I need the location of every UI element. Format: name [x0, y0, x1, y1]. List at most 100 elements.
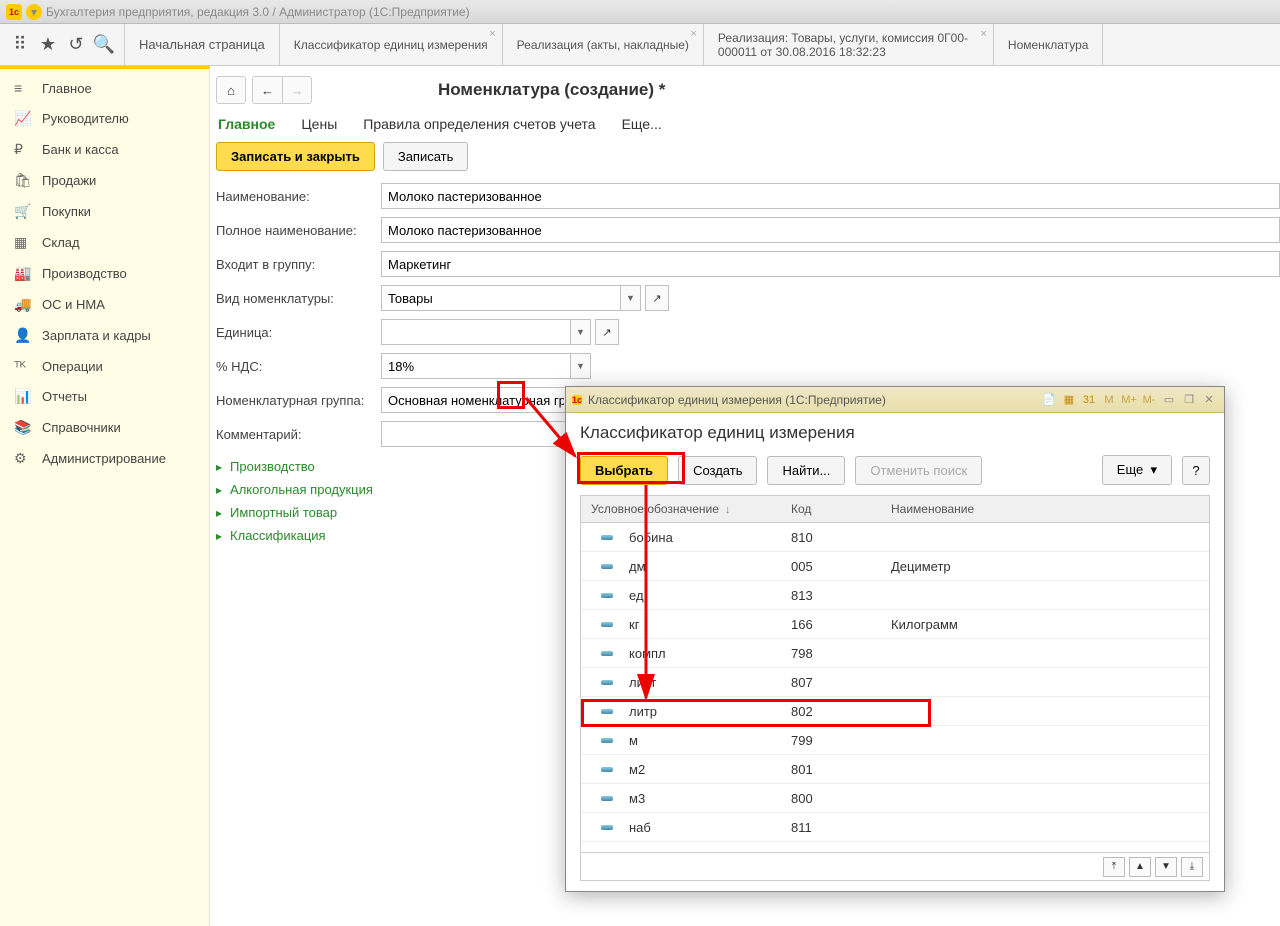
- close-icon[interactable]: ✕: [1200, 391, 1218, 409]
- table-row[interactable]: компл798: [581, 639, 1209, 668]
- close-icon[interactable]: ×: [489, 28, 495, 40]
- type-open-button[interactable]: ↗: [645, 285, 669, 311]
- sidebar-icon: 🏭: [14, 265, 32, 282]
- nomgroup-label: Номенклатурная группа:: [216, 393, 381, 408]
- close-icon[interactable]: ×: [690, 28, 696, 40]
- table-row[interactable]: НДС18816: [581, 842, 1209, 853]
- cell-code: 813: [791, 588, 891, 603]
- table-row[interactable]: ед813: [581, 581, 1209, 610]
- page-first-icon[interactable]: ⤒: [1103, 857, 1125, 877]
- save-button[interactable]: Записать: [383, 142, 469, 171]
- back-button[interactable]: ←: [252, 76, 282, 104]
- tab-start[interactable]: Начальная страница: [124, 24, 279, 65]
- table-row[interactable]: бобина810: [581, 523, 1209, 552]
- type-input[interactable]: [381, 285, 621, 311]
- sidebar-item[interactable]: 🚚ОС и НМА: [0, 289, 209, 320]
- subtab-rules[interactable]: Правила определения счетов учета: [363, 116, 595, 132]
- nomgroup-input[interactable]: [381, 387, 571, 413]
- name-input[interactable]: [381, 183, 1280, 209]
- apps-grid-icon[interactable]: ⠿: [6, 31, 34, 59]
- sidebar-item[interactable]: ₽Банк и касса: [0, 134, 209, 165]
- cell-short: м3: [629, 791, 645, 806]
- sidebar-icon: 🛍: [14, 172, 32, 189]
- row-marker-icon: [601, 680, 613, 685]
- mem-mplus[interactable]: M+: [1120, 391, 1138, 409]
- find-button[interactable]: Найти...: [767, 456, 845, 485]
- page-down-icon[interactable]: ▼: [1155, 857, 1177, 877]
- sidebar-item[interactable]: ≡Главное: [0, 73, 209, 103]
- star-icon[interactable]: ★: [34, 31, 62, 59]
- row-marker-icon: [601, 564, 613, 569]
- mem-m[interactable]: M: [1100, 391, 1118, 409]
- create-button[interactable]: Создать: [678, 456, 757, 485]
- col-code[interactable]: Код: [791, 502, 891, 516]
- tab-realization[interactable]: Реализация (акты, накладные)×: [502, 24, 703, 65]
- save-close-button[interactable]: Записать и закрыть: [216, 142, 375, 171]
- tab-classifier[interactable]: Классификатор единиц измерения×: [279, 24, 502, 65]
- sidebar-item[interactable]: 👤Зарплата и кадры: [0, 320, 209, 351]
- sidebar-item[interactable]: 🛒Покупки: [0, 196, 209, 227]
- cell-short: лист: [629, 675, 656, 690]
- unit-dropdown-icon[interactable]: ▼: [571, 319, 591, 345]
- col-short[interactable]: Условное обозначение: [581, 502, 791, 516]
- table-row[interactable]: м3800: [581, 784, 1209, 813]
- maximize-icon[interactable]: ❐: [1180, 391, 1198, 409]
- sidebar-item[interactable]: 📊Отчеты: [0, 381, 209, 412]
- table-row[interactable]: дм005Дециметр: [581, 552, 1209, 581]
- calendar2-icon[interactable]: 31: [1080, 391, 1098, 409]
- page-title: Номенклатура (создание) *: [438, 80, 665, 100]
- tab-nomenclature[interactable]: Номенклатура: [993, 24, 1104, 65]
- table-row[interactable]: литр802: [581, 697, 1209, 726]
- subtab-prices[interactable]: Цены: [301, 116, 337, 132]
- search-icon[interactable]: 🔍: [90, 31, 118, 59]
- table-row[interactable]: м2801: [581, 755, 1209, 784]
- tab-realization-doc[interactable]: Реализация: Товары, услуги, комиссия 0Г0…: [703, 24, 993, 65]
- sidebar-item[interactable]: 📚Справочники: [0, 412, 209, 443]
- forward-button[interactable]: →: [282, 76, 312, 104]
- table-row[interactable]: м799: [581, 726, 1209, 755]
- help-button[interactable]: ?: [1182, 456, 1210, 485]
- subtab-more[interactable]: Еще...: [622, 116, 662, 132]
- sidebar-item[interactable]: ᵀᴷОперации: [0, 351, 209, 381]
- type-dropdown-icon[interactable]: ▼: [621, 285, 641, 311]
- dropdown-yellow-icon[interactable]: ▾: [26, 4, 42, 20]
- sidebar-item[interactable]: ▦Склад: [0, 227, 209, 258]
- history-icon[interactable]: ↺: [62, 31, 90, 59]
- group-input[interactable]: [381, 251, 1280, 277]
- sidebar-item[interactable]: 🛍 Продажи: [0, 165, 209, 196]
- unit-open-button[interactable]: ↗: [595, 319, 619, 345]
- sidebar-icon: ▦: [14, 234, 32, 251]
- sidebar-label: Продажи: [42, 173, 96, 188]
- cell-name: Килограмм: [891, 617, 1209, 632]
- row-marker-icon: [601, 622, 613, 627]
- select-button[interactable]: Выбрать: [580, 456, 668, 485]
- minimize-icon[interactable]: ▭: [1160, 391, 1178, 409]
- close-icon[interactable]: ×: [980, 28, 986, 40]
- sidebar-icon: 📈: [14, 110, 32, 127]
- sidebar-item[interactable]: 🏭Производство: [0, 258, 209, 289]
- cancel-find-button[interactable]: Отменить поиск: [855, 456, 982, 485]
- table-row[interactable]: кг166Килограмм: [581, 610, 1209, 639]
- vat-input[interactable]: [381, 353, 571, 379]
- page-up-icon[interactable]: ▲: [1129, 857, 1151, 877]
- home-button[interactable]: ⌂: [216, 76, 246, 104]
- col-name[interactable]: Наименование: [891, 502, 1209, 516]
- calc-icon[interactable]: 📄: [1040, 391, 1058, 409]
- comment-input[interactable]: [381, 421, 571, 447]
- table-row[interactable]: наб811: [581, 813, 1209, 842]
- vat-dropdown-icon[interactable]: ▼: [571, 353, 591, 379]
- more-button[interactable]: Еще ▾: [1102, 455, 1172, 485]
- subtab-main[interactable]: Главное: [218, 116, 275, 132]
- sidebar-item[interactable]: 📈Руководителю: [0, 103, 209, 134]
- mem-mminus[interactable]: M-: [1140, 391, 1158, 409]
- fullname-input[interactable]: [381, 217, 1280, 243]
- calendar1-icon[interactable]: ▦: [1060, 391, 1078, 409]
- unit-input[interactable]: [381, 319, 571, 345]
- sidebar-icon: ᵀᴷ: [14, 358, 32, 374]
- expander-label: Классификация: [230, 528, 326, 543]
- page-last-icon[interactable]: ⤓: [1181, 857, 1203, 877]
- sidebar-item[interactable]: ⚙Администрирование: [0, 443, 209, 474]
- table-row[interactable]: лист807: [581, 668, 1209, 697]
- grid-body[interactable]: бобина810дм005Дециметред813кг166Килограм…: [580, 523, 1210, 853]
- cell-short: кг: [629, 617, 639, 632]
